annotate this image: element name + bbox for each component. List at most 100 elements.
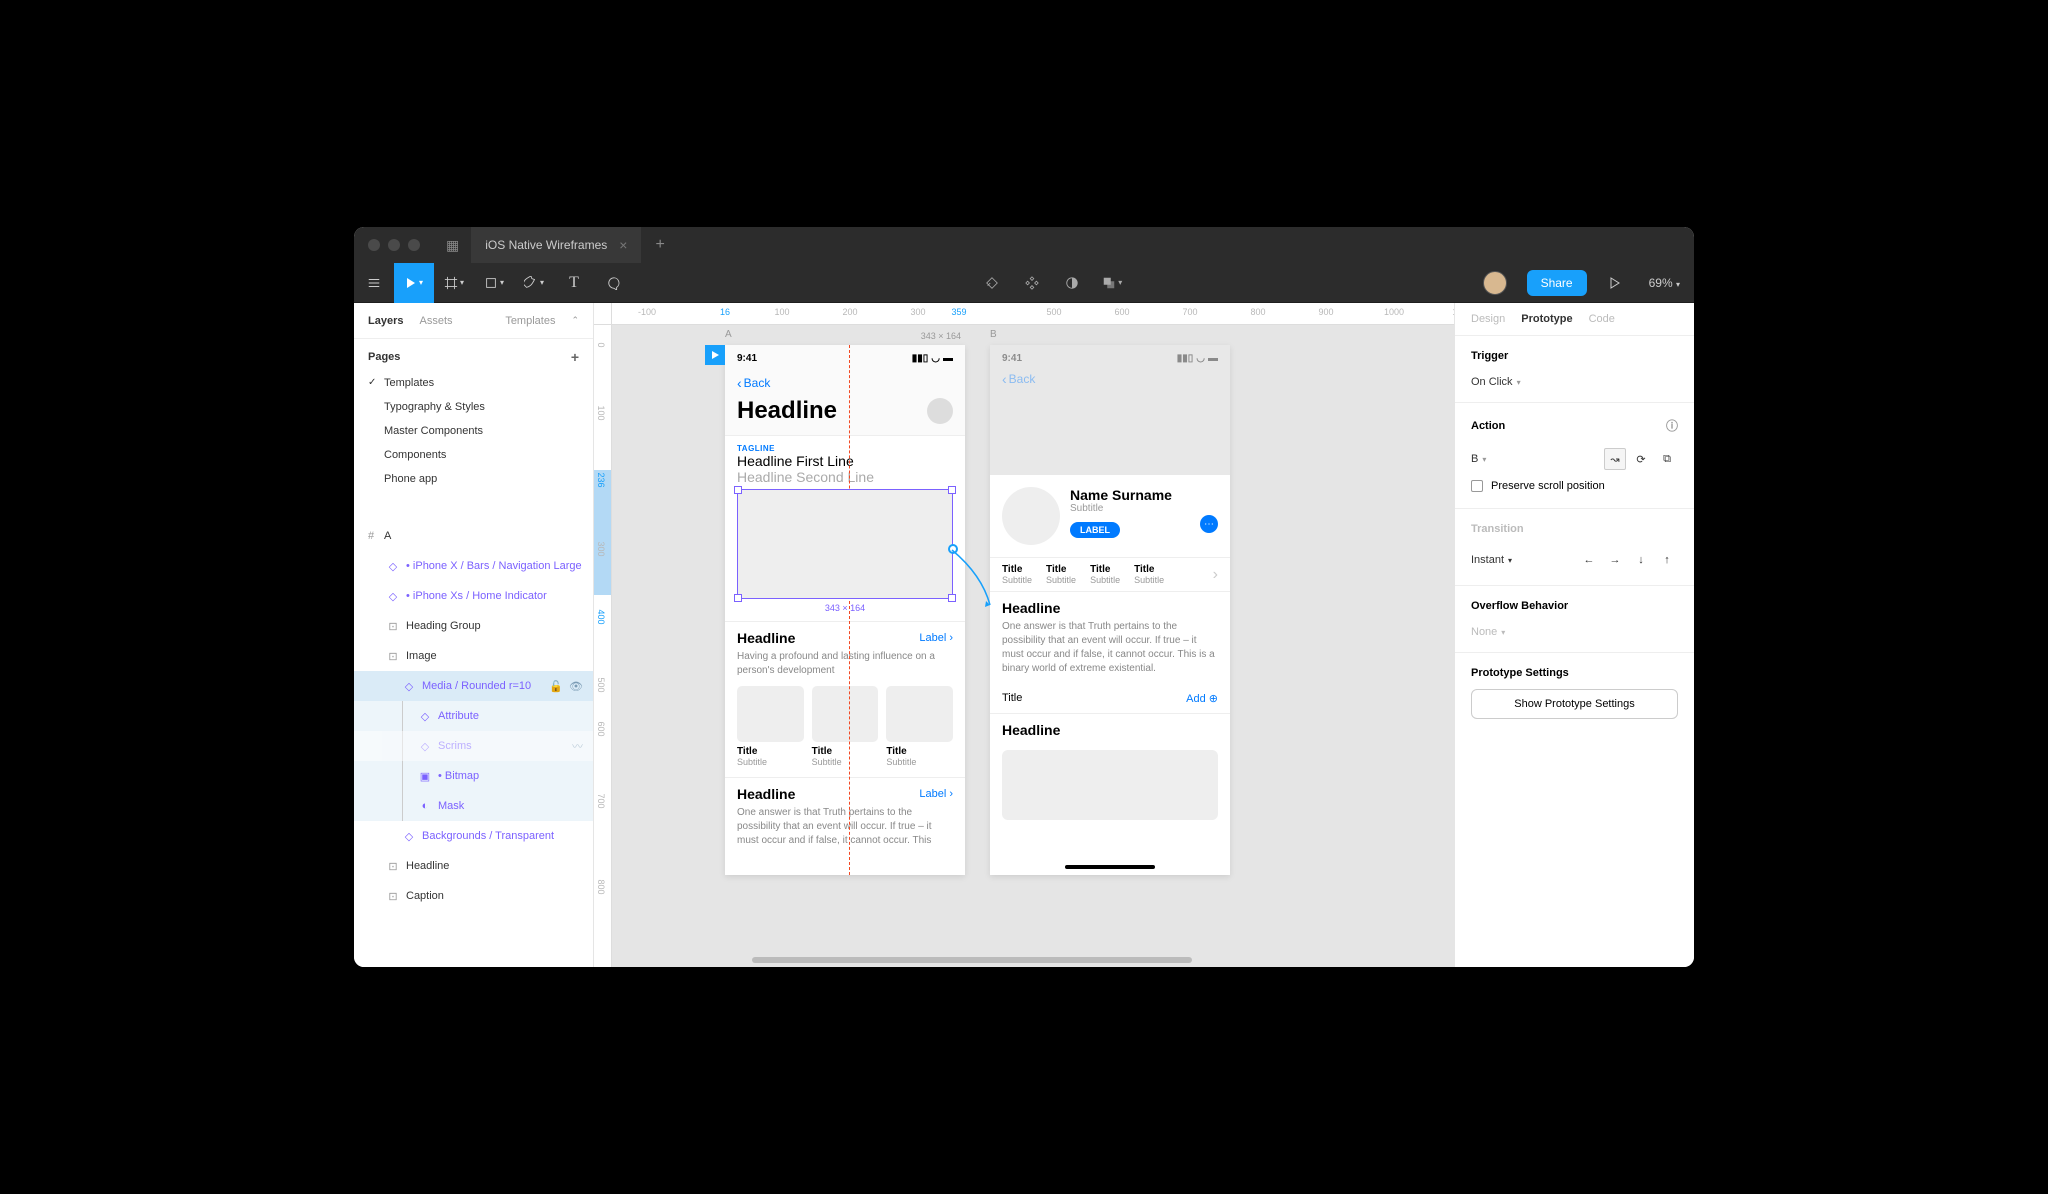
- nav-bar-large: ‹Back Headline: [725, 371, 965, 436]
- frame-play-icon[interactable]: [705, 345, 725, 365]
- stat-column: TitleSubtitle: [1002, 564, 1032, 585]
- more-button[interactable]: ⋯: [1200, 515, 1218, 533]
- text-tool[interactable]: T: [554, 263, 594, 303]
- back-button[interactable]: ‹Back: [737, 375, 953, 391]
- traffic-lights[interactable]: [354, 239, 434, 251]
- visibility-icon[interactable]: 👁: [569, 680, 583, 693]
- add-page-button[interactable]: +: [571, 349, 579, 365]
- layers-panel: Layers Assets Templates ⌃ Pages + Templa…: [354, 303, 594, 967]
- close-icon[interactable]: ×: [619, 237, 627, 253]
- comment-tool[interactable]: [594, 263, 634, 303]
- layer-row[interactable]: ⊡Heading Group: [354, 611, 593, 641]
- transition-dropdown[interactable]: Instant ▾: [1471, 550, 1512, 570]
- pages-heading: Pages: [368, 351, 400, 363]
- direction-right-icon[interactable]: →: [1604, 549, 1626, 571]
- page-item[interactable]: Typography & Styles: [354, 395, 593, 419]
- user-avatar[interactable]: [1483, 271, 1507, 295]
- avatar-placeholder: [927, 398, 953, 424]
- present-icon[interactable]: [1595, 263, 1635, 303]
- tab-prototype[interactable]: Prototype: [1521, 313, 1572, 325]
- selected-media-layer[interactable]: [737, 489, 953, 599]
- layer-row[interactable]: ◇Attribute: [354, 701, 593, 731]
- layer-row[interactable]: ⊡Image: [354, 641, 593, 671]
- menu-icon[interactable]: [354, 263, 394, 303]
- layer-row[interactable]: ◇Backgrounds / Transparent: [354, 821, 593, 851]
- zoom-dropdown[interactable]: 69% ▾: [1635, 276, 1694, 290]
- layer-row[interactable]: ◇• iPhone X / Bars / Navigation Large: [354, 551, 593, 581]
- ruler-corner: [594, 303, 612, 325]
- direction-left-icon[interactable]: ←: [1578, 549, 1600, 571]
- connection-handle[interactable]: [948, 544, 958, 554]
- layer-row[interactable]: ◇Scrims〰: [354, 731, 593, 761]
- ruler-vertical: 0100236300400500600700800: [594, 325, 612, 967]
- tab-layers[interactable]: Layers: [368, 315, 403, 327]
- card-item: TitleSubtitle: [737, 686, 804, 767]
- tab-templates[interactable]: Templates: [505, 315, 555, 327]
- direction-up-icon[interactable]: ↑: [1656, 549, 1678, 571]
- ruler-horizontal: -100161002003003595006007008009001000110…: [612, 303, 1454, 325]
- swap-icon[interactable]: ⟳: [1630, 448, 1652, 470]
- overlay-icon[interactable]: ⧉: [1656, 448, 1678, 470]
- add-tab-button[interactable]: +: [641, 236, 678, 254]
- move-tool[interactable]: ▾: [394, 263, 434, 303]
- horizontal-scrollbar[interactable]: [752, 957, 1192, 963]
- unlock-icon[interactable]: 🔓: [549, 680, 563, 693]
- app-switcher-icon[interactable]: ▦: [434, 237, 471, 254]
- wifi-icon: ◡: [931, 353, 940, 364]
- battery-icon: ▬: [943, 353, 953, 364]
- page-item[interactable]: Master Components: [354, 419, 593, 443]
- page-item[interactable]: Components: [354, 443, 593, 467]
- file-tab[interactable]: iOS Native Wireframes ×: [471, 227, 641, 263]
- page-item[interactable]: Phone app: [354, 467, 593, 491]
- shape-tool[interactable]: ▾: [474, 263, 514, 303]
- preserve-scroll-checkbox[interactable]: Preserve scroll position: [1471, 474, 1678, 498]
- signal-icon: ▮▮▯: [912, 353, 929, 364]
- chevron-right-icon[interactable]: ›: [1213, 566, 1218, 584]
- frame-b[interactable]: B 9:41 ▮▮▯◡▬ ‹Back Name Surname Subtitle: [990, 345, 1230, 875]
- frame-tool[interactable]: ▾: [434, 263, 474, 303]
- label-link[interactable]: Label ›: [919, 788, 953, 800]
- mask-icon[interactable]: [1052, 263, 1092, 303]
- canvas[interactable]: -100161002003003595006007008009001000110…: [594, 303, 1454, 967]
- add-button[interactable]: Add ⊕: [1186, 692, 1218, 705]
- layer-row[interactable]: ▣• Bitmap: [354, 761, 593, 791]
- image-placeholder: [1002, 750, 1218, 820]
- frame-layer[interactable]: #A: [354, 521, 593, 551]
- tab-assets[interactable]: Assets: [419, 315, 452, 327]
- page-item[interactable]: Templates: [354, 371, 593, 395]
- tab-design[interactable]: Design: [1471, 313, 1505, 325]
- status-bar: 9:41 ▮▮▯◡▬: [725, 345, 965, 371]
- label-pill[interactable]: LABEL: [1070, 522, 1120, 538]
- component-back-icon[interactable]: [972, 263, 1012, 303]
- wave-icon: 〰: [572, 738, 583, 754]
- action-target-dropdown[interactable]: B ▾: [1471, 449, 1486, 469]
- tab-title: iOS Native Wireframes: [485, 238, 607, 252]
- stat-column: TitleSubtitle: [1090, 564, 1120, 585]
- boolean-icon[interactable]: ▾: [1092, 263, 1132, 303]
- frame-a[interactable]: A 343 × 164 9:41 ▮▮▯◡▬ ‹Back Headline TA…: [725, 345, 965, 875]
- pen-tool[interactable]: ▾: [514, 263, 554, 303]
- navigate-icon[interactable]: ↝: [1604, 448, 1626, 470]
- layer-row[interactable]: ⊡Headline: [354, 851, 593, 881]
- direction-down-icon[interactable]: ↓: [1630, 549, 1652, 571]
- stat-column: TitleSubtitle: [1046, 564, 1076, 585]
- home-indicator: [1065, 865, 1155, 869]
- card-item: TitleSubtitle: [812, 686, 879, 767]
- profile-avatar: [1002, 487, 1060, 545]
- layer-row[interactable]: ⊡Caption: [354, 881, 593, 911]
- overflow-dropdown[interactable]: None ▾: [1471, 622, 1678, 642]
- tab-code[interactable]: Code: [1589, 313, 1615, 325]
- inspector-panel: Design Prototype Code Trigger On Click ▾…: [1454, 303, 1694, 967]
- label-link[interactable]: Label ›: [919, 632, 953, 644]
- layer-row[interactable]: ◇• iPhone Xs / Home Indicator: [354, 581, 593, 611]
- layer-row[interactable]: ◇Media / Rounded r=10🔓👁: [354, 671, 593, 701]
- stat-column: TitleSubtitle: [1134, 564, 1164, 585]
- card-item: TitleSubtitle: [886, 686, 953, 767]
- layer-row[interactable]: ◐Mask: [354, 791, 593, 821]
- help-icon[interactable]: ⓘ: [1666, 417, 1678, 434]
- scrollbar[interactable]: [1454, 303, 1455, 363]
- trigger-dropdown[interactable]: On Click ▾: [1471, 372, 1678, 392]
- component-icon[interactable]: [1012, 263, 1052, 303]
- share-button[interactable]: Share: [1527, 270, 1587, 296]
- show-prototype-settings-button[interactable]: Show Prototype Settings: [1471, 689, 1678, 719]
